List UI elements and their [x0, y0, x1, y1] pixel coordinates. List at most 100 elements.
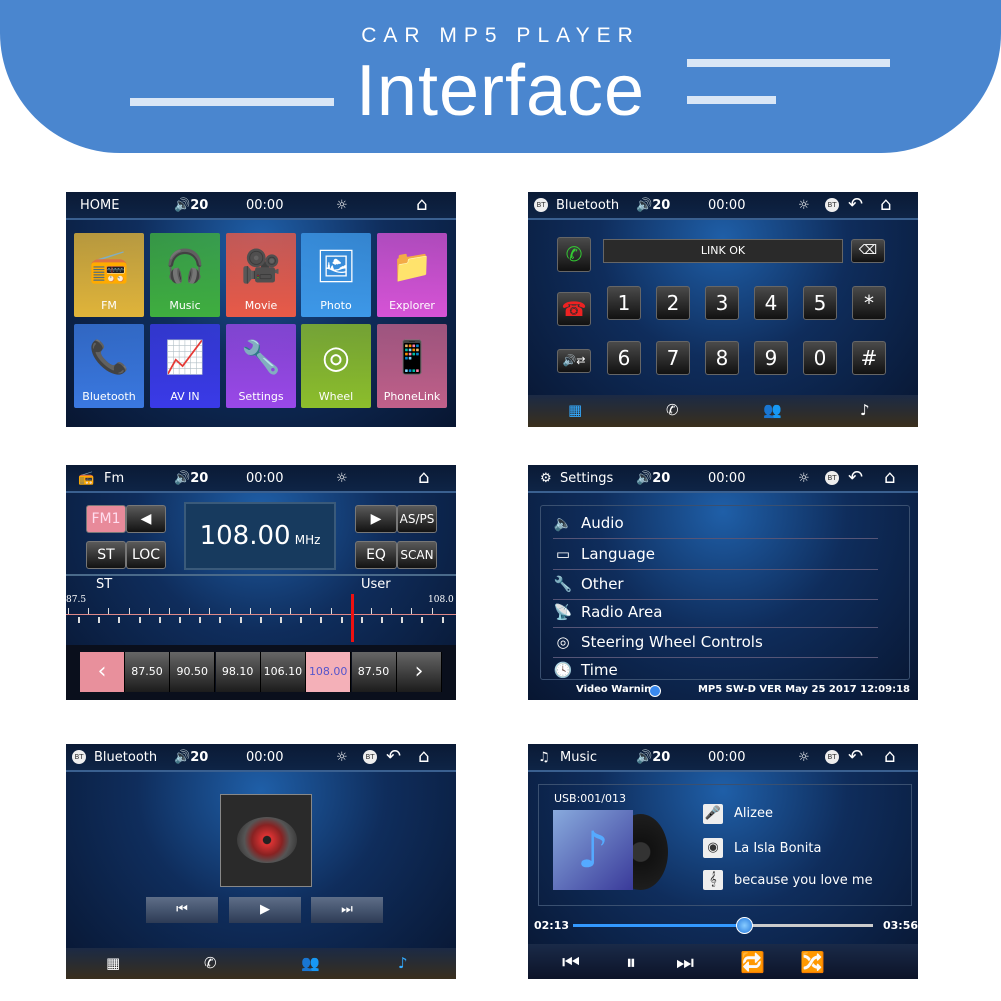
brightness-icon[interactable]: ☼	[798, 198, 810, 213]
dial-key[interactable]: 5	[803, 286, 837, 320]
shuffle-button[interactable]: 🔀	[800, 950, 825, 974]
preset-button[interactable]: 87.50	[351, 652, 397, 692]
bt-music-icon[interactable]: ♪	[860, 401, 870, 419]
dial-key[interactable]: 8	[705, 341, 739, 375]
previous-button[interactable]: ⏮	[146, 897, 218, 923]
bt-status-icon[interactable]: BT	[363, 750, 377, 764]
previous-button[interactable]: ⏮	[562, 950, 580, 974]
app-tile-wheel[interactable]: ◎ Wheel	[301, 324, 371, 408]
bt-music-icon[interactable]: ♪	[398, 954, 408, 972]
bt-status-icon[interactable]: BT	[825, 471, 839, 485]
back-icon[interactable]: ↶	[848, 746, 863, 767]
dial-key[interactable]: 1	[607, 286, 641, 320]
preset-button-active[interactable]: 108.00	[306, 652, 352, 692]
back-icon[interactable]: ↶	[386, 746, 401, 767]
preset-next-button[interactable]: ›	[397, 652, 442, 692]
volume-indicator[interactable]: 🔊20	[636, 471, 670, 486]
settings-item-radio-area[interactable]: 📡 Radio Area	[553, 599, 878, 628]
play-button[interactable]: ▶	[229, 897, 301, 923]
home-icon[interactable]: ⌂	[416, 194, 427, 215]
app-tile-av-in[interactable]: 📈 AV IN	[150, 324, 220, 408]
call-log-icon[interactable]: ✆	[666, 401, 679, 419]
loc-button[interactable]: LOC	[126, 541, 166, 569]
contacts-icon[interactable]: 👥	[301, 954, 320, 972]
scan-button[interactable]: SCAN	[397, 541, 437, 569]
home-icon[interactable]: ⌂	[418, 746, 429, 767]
settings-item-other[interactable]: 🔧 Other	[553, 571, 878, 600]
app-tile-music[interactable]: 🎧 Music	[150, 233, 220, 317]
brightness-icon[interactable]: ☼	[798, 750, 810, 765]
volume-indicator[interactable]: 🔊20	[636, 198, 670, 213]
brightness-icon[interactable]: ☼	[336, 750, 348, 765]
asps-button[interactable]: AS/PS	[397, 505, 437, 533]
settings-item-time[interactable]: 🕓 Time	[553, 657, 878, 686]
dial-key[interactable]: 4	[754, 286, 788, 320]
app-tile-explorer[interactable]: 📁 Explorer	[377, 233, 447, 317]
bt-status-icon[interactable]: BT	[825, 750, 839, 764]
brightness-icon[interactable]: ☼	[336, 471, 348, 486]
call-button[interactable]: ✆	[557, 237, 591, 272]
app-tile-phonelink[interactable]: 📱 PhoneLink	[377, 324, 447, 408]
preset-button[interactable]: 90.50	[170, 652, 216, 692]
home-icon[interactable]: ⌂	[418, 467, 429, 488]
settings-item-language[interactable]: ▭ Language	[553, 541, 878, 570]
album-art: ♪	[553, 810, 633, 890]
pause-button[interactable]: ⏸	[626, 950, 636, 974]
preset-prev-button[interactable]: ‹	[80, 652, 125, 692]
app-tile-settings[interactable]: 🔧 Settings	[226, 324, 296, 408]
preset-button[interactable]: 98.10	[215, 652, 261, 692]
home-icon[interactable]: ⌂	[880, 194, 891, 215]
contacts-icon[interactable]: 👥	[763, 401, 782, 419]
dial-key[interactable]: *	[852, 286, 886, 320]
dial-key[interactable]: 2	[656, 286, 690, 320]
volume-indicator[interactable]: 🔊20	[174, 198, 208, 213]
backspace-button[interactable]: ⌫	[851, 239, 885, 263]
preset-button[interactable]: 106.10	[260, 652, 306, 692]
band-button[interactable]: FM1	[86, 505, 126, 533]
volume-indicator[interactable]: 🔊20	[636, 750, 670, 765]
back-icon[interactable]: ↶	[848, 194, 863, 215]
hangup-button[interactable]: ☎	[557, 292, 591, 326]
dial-key[interactable]: 7	[656, 341, 690, 375]
seek-forward-button[interactable]: ▶	[355, 505, 397, 533]
dial-key[interactable]: 9	[754, 341, 788, 375]
dialpad-icon[interactable]: ▦	[106, 954, 120, 972]
tuning-marker[interactable]	[351, 594, 355, 642]
volume-indicator[interactable]: 🔊20	[174, 750, 208, 765]
home-icon[interactable]: ⌂	[884, 746, 895, 767]
home-icon[interactable]: ⌂	[884, 467, 895, 488]
app-tile-movie[interactable]: 🎥 Movie	[226, 233, 296, 317]
brightness-icon[interactable]: ☼	[336, 198, 348, 213]
scale-tick	[310, 608, 312, 614]
progress-knob[interactable]	[736, 917, 753, 934]
song-title: because you love me	[734, 873, 873, 888]
brightness-icon[interactable]: ☼	[798, 471, 810, 486]
video-warning-toggle[interactable]	[649, 685, 661, 697]
bt-status-icon[interactable]: BT	[825, 198, 839, 212]
seek-back-button[interactable]: ◀	[126, 505, 166, 533]
app-tile-fm[interactable]: 📻 FM	[74, 233, 144, 317]
next-button[interactable]: ⏭	[311, 897, 383, 923]
settings-item-steering-wheel[interactable]: ◎ Steering Wheel Controls	[553, 629, 878, 658]
app-tile-photo[interactable]: 🖼 Photo	[301, 233, 371, 317]
progress-track[interactable]	[573, 917, 873, 934]
dialpad-icon[interactable]: ▦	[568, 401, 582, 419]
repeat-button[interactable]: 🔁	[740, 950, 765, 974]
back-icon[interactable]: ↶	[848, 467, 863, 488]
volume-indicator[interactable]: 🔊20	[174, 471, 208, 486]
preset-button[interactable]: 87.50	[125, 652, 170, 692]
dial-key[interactable]: 6	[607, 341, 641, 375]
stereo-button[interactable]: ST	[86, 541, 126, 569]
audio-switch-button[interactable]: 🔊⇄	[557, 349, 591, 373]
app-tile-bluetooth[interactable]: 📞 Bluetooth	[74, 324, 144, 408]
dial-key[interactable]: 0	[803, 341, 837, 375]
dial-key[interactable]: #	[852, 341, 886, 375]
music-screen: ♫ Music 🔊20 00:00 ☼ BT ↶ ⌂ USB:001/013 ♪…	[528, 744, 918, 979]
dial-key[interactable]: 3	[705, 286, 739, 320]
scale-tick	[68, 608, 69, 614]
tuning-scale[interactable]	[66, 614, 456, 615]
settings-item-audio[interactable]: 🔈 Audio	[553, 510, 878, 539]
next-button[interactable]: ⏭	[676, 950, 694, 974]
eq-button[interactable]: EQ	[355, 541, 397, 569]
call-log-icon[interactable]: ✆	[204, 954, 217, 972]
